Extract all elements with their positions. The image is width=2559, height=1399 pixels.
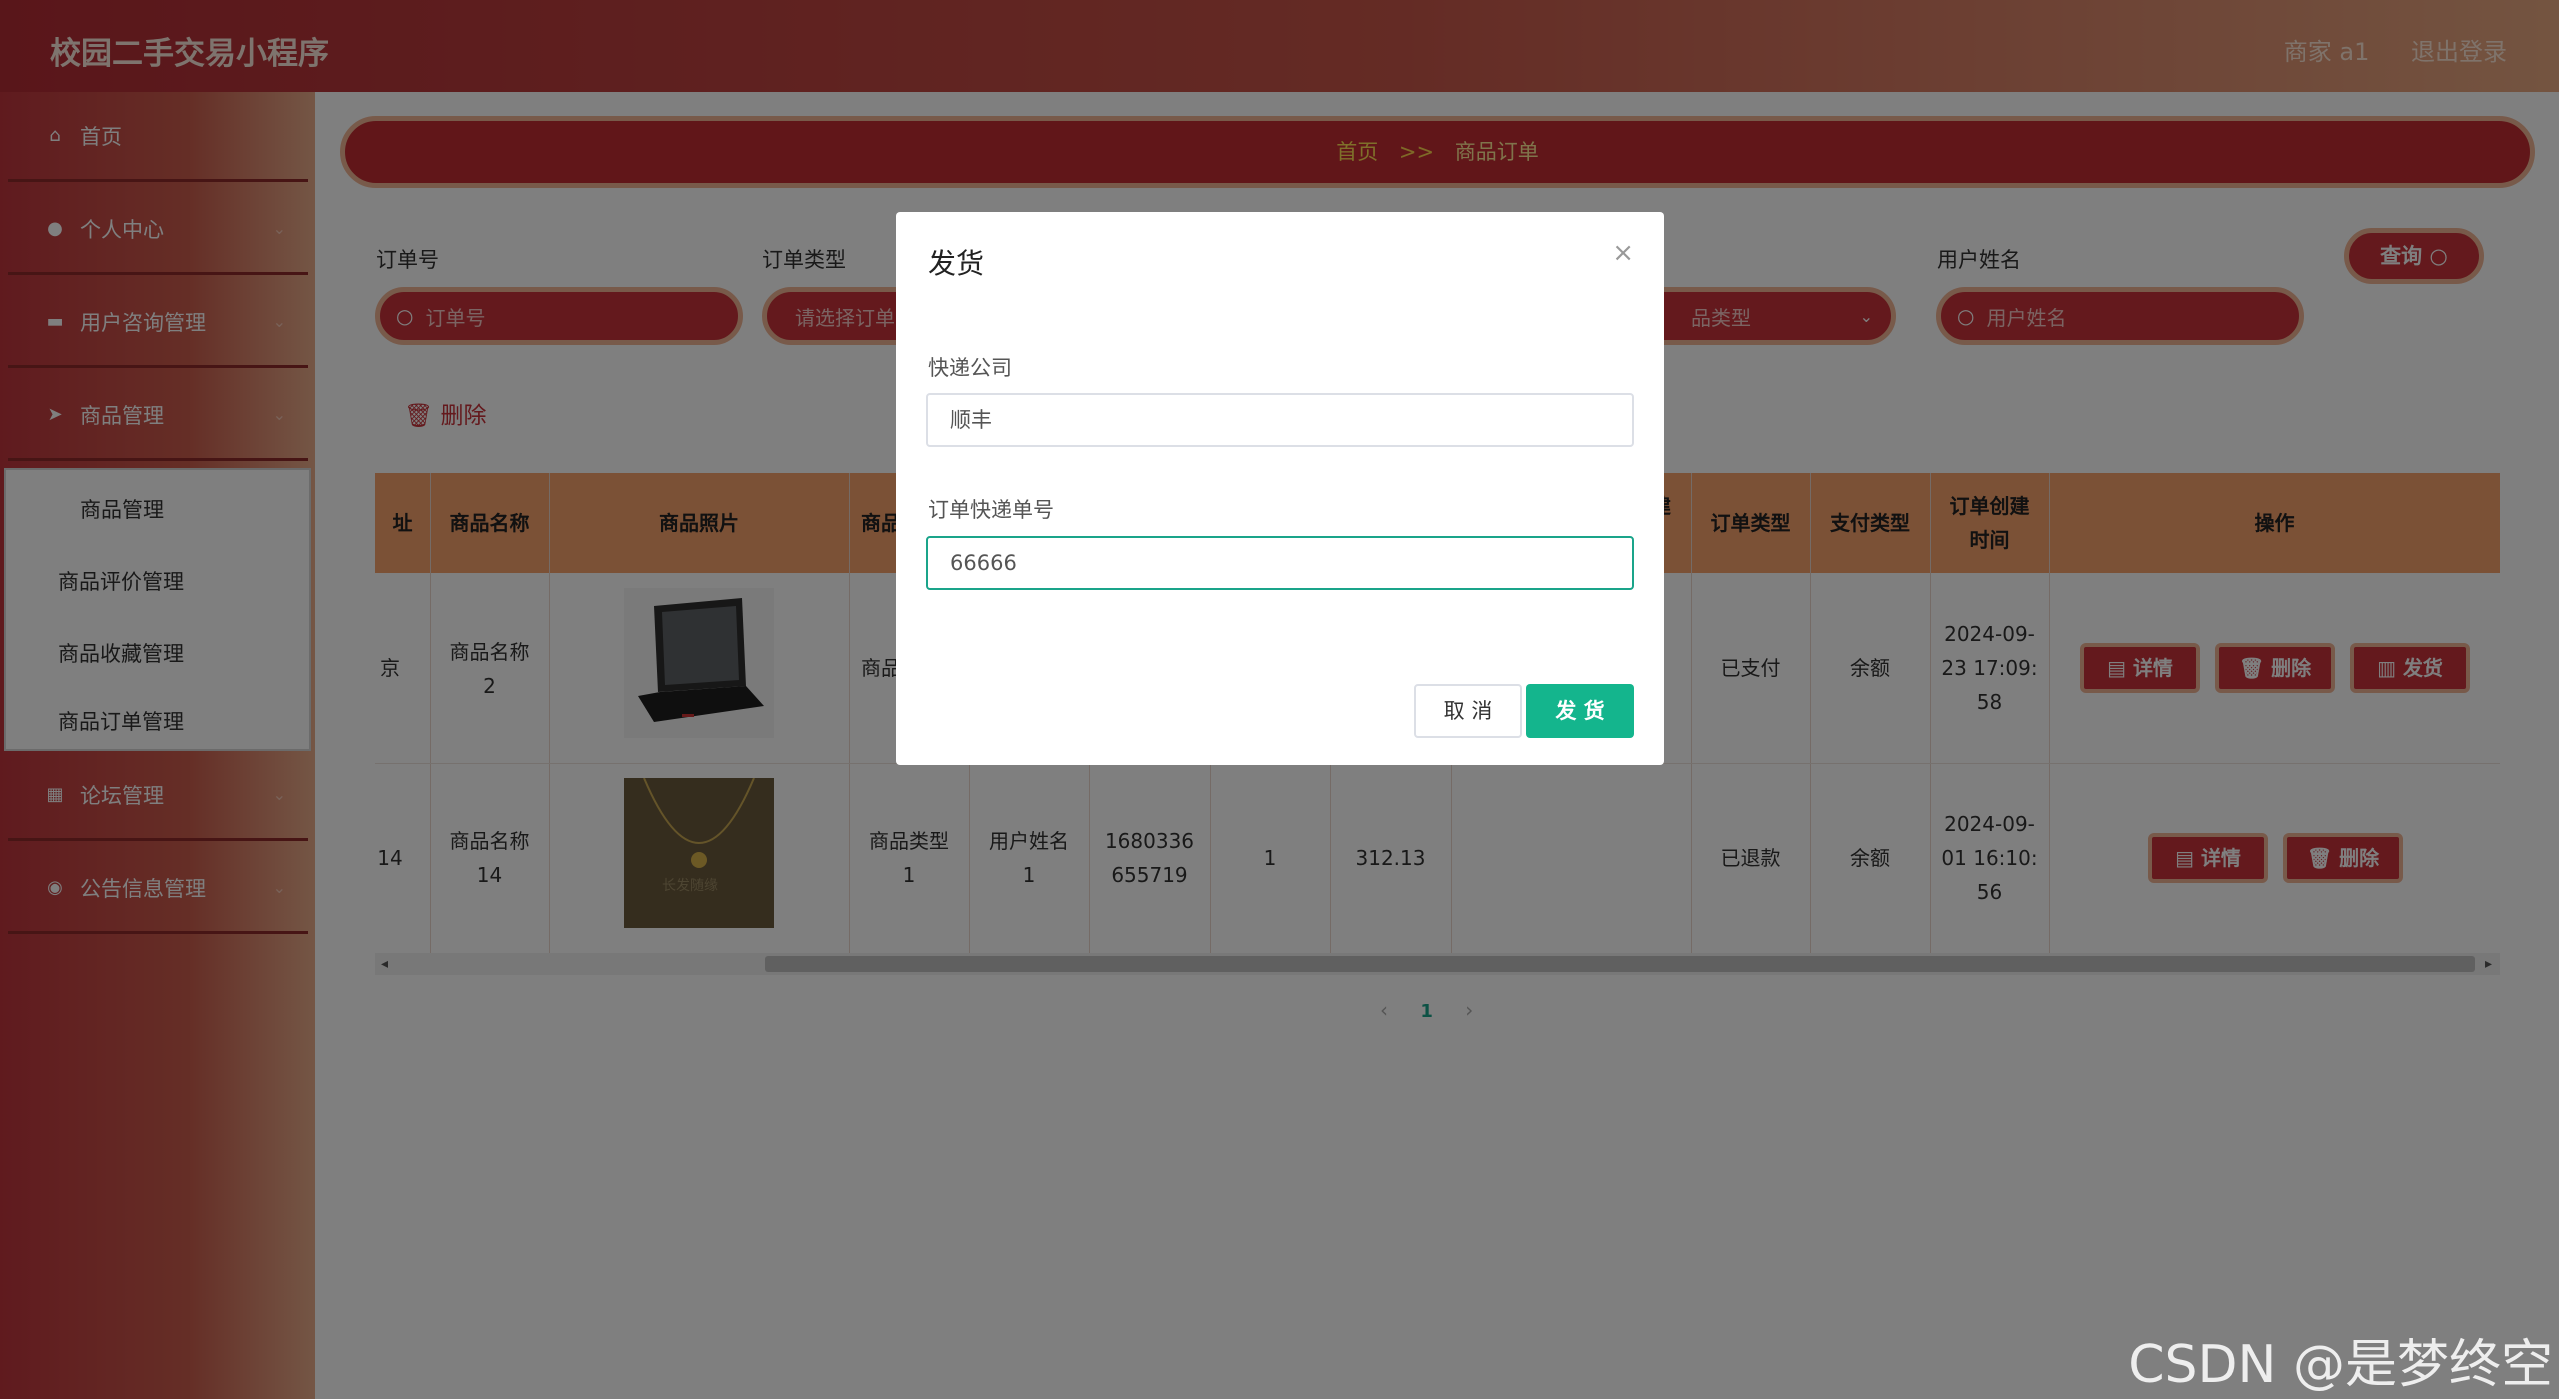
tracking-input[interactable]: 66666: [926, 536, 1634, 590]
courier-input[interactable]: 顺丰: [926, 393, 1634, 447]
ship-dialog: 发货 × 快递公司 顺丰 订单快递单号 66666 取 消 发 货: [896, 212, 1664, 765]
dialog-title: 发货: [928, 247, 985, 280]
watermark: CSDN @是梦终空: [2128, 1335, 2553, 1395]
tracking-label: 订单快递单号: [928, 498, 1054, 522]
courier-label: 快递公司: [928, 356, 1012, 380]
confirm-ship-button[interactable]: 发 货: [1526, 684, 1634, 738]
cancel-button[interactable]: 取 消: [1414, 684, 1522, 738]
close-icon[interactable]: ×: [1612, 238, 1634, 268]
